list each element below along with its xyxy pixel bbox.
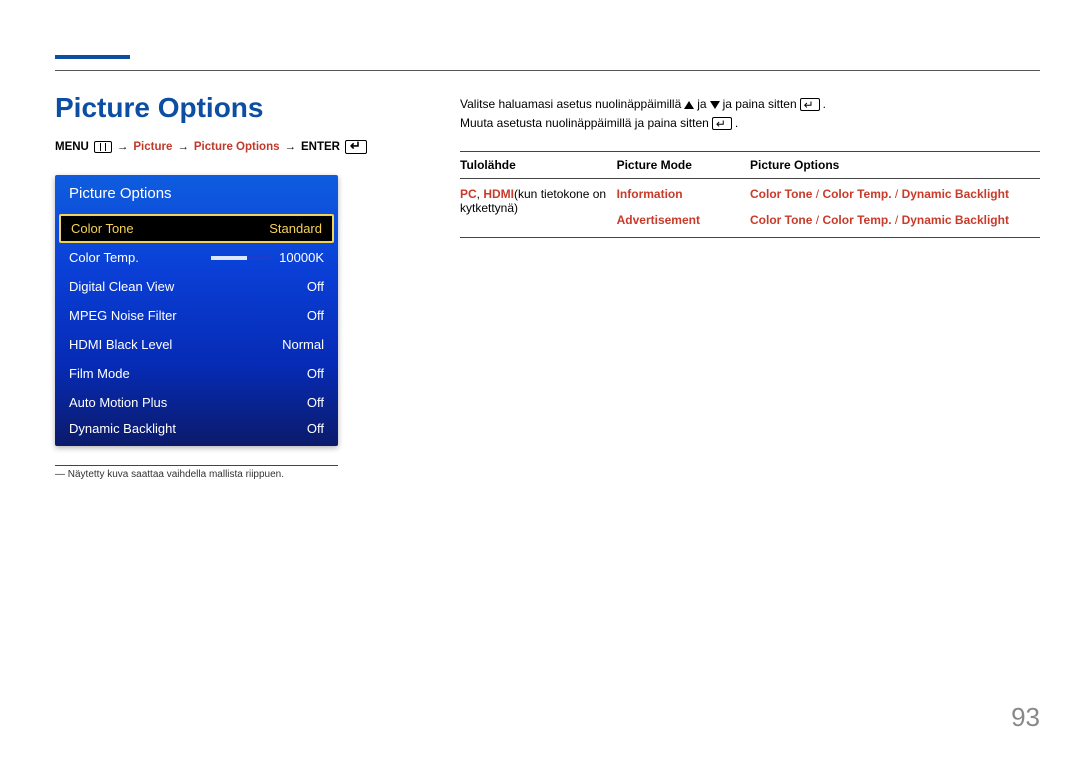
arrow-up-icon	[684, 101, 694, 109]
slider-track[interactable]	[211, 256, 271, 260]
td-mode: Advertisement	[617, 207, 750, 238]
opt-sep: /	[892, 187, 902, 201]
instr-text: ja	[697, 95, 706, 114]
footnote: ― Näytetty kuva saattaa vaihdella mallis…	[55, 465, 338, 480]
opt-sep: /	[812, 187, 822, 201]
enter-icon	[345, 140, 367, 154]
enter-icon	[712, 117, 732, 130]
breadcrumb-picture-options: Picture Options	[194, 141, 280, 153]
osd-value: Off	[307, 421, 324, 436]
osd-row-dynamic-backlight[interactable]: Dynamic Backlight Off	[55, 417, 338, 446]
opt-sep: /	[812, 213, 822, 227]
opt-c: Dynamic Backlight	[902, 187, 1009, 201]
instruction-line-1: Valitse haluamasi asetus nuolinäppäimill…	[460, 95, 1040, 114]
breadcrumb-arrow: →	[117, 141, 129, 153]
opt-b: Color Temp.	[822, 213, 891, 227]
mode-advertisement: Advertisement	[617, 213, 700, 227]
mode-information: Information	[617, 187, 683, 201]
td-options: Color Tone / Color Temp. / Dynamic Backl…	[750, 207, 1040, 238]
th-source: Tulolähde	[460, 152, 617, 179]
osd-value: Off	[307, 279, 324, 294]
osd-row-mpeg-noise-filter[interactable]: MPEG Noise Filter Off	[55, 301, 338, 330]
td-options: Color Tone / Color Temp. / Dynamic Backl…	[750, 179, 1040, 208]
osd-label: Digital Clean View	[69, 279, 174, 294]
opt-a: Color Tone	[750, 187, 812, 201]
td-mode: Information	[617, 179, 750, 208]
instr-text: .	[823, 95, 826, 114]
osd-row-hdmi-black-level[interactable]: HDMI Black Level Normal	[55, 330, 338, 359]
osd-label: Dynamic Backlight	[69, 421, 176, 436]
osd-row-digital-clean-view[interactable]: Digital Clean View Off	[55, 272, 338, 301]
breadcrumb-menu: MENU	[55, 141, 89, 153]
th-options: Picture Options	[750, 152, 1040, 179]
opt-a: Color Tone	[750, 213, 812, 227]
opt-c: Dynamic Backlight	[902, 213, 1009, 227]
osd-value: Off	[307, 308, 324, 323]
instr-text: Muuta asetusta nuolinäppäimillä ja paina…	[460, 114, 709, 133]
osd-row-auto-motion-plus[interactable]: Auto Motion Plus Off	[55, 388, 338, 417]
page-title: Picture Options	[55, 92, 263, 124]
td-source: PC, HDMI(kun tietokone on kytkettynä)	[460, 179, 617, 238]
source-pc: PC	[460, 187, 477, 201]
osd-row-color-tone[interactable]: Color Tone Standard	[59, 214, 334, 243]
menu-icon	[94, 141, 112, 153]
osd-row-color-temp[interactable]: Color Temp. 10000K	[55, 243, 338, 272]
instr-text: .	[735, 114, 738, 133]
arrow-down-icon	[710, 101, 720, 109]
breadcrumb-arrow: →	[285, 141, 297, 153]
osd-title: Picture Options	[55, 175, 338, 214]
right-column: Valitse haluamasi asetus nuolinäppäimill…	[460, 95, 1040, 238]
slider-fill	[211, 256, 247, 260]
top-rule	[55, 70, 1040, 71]
osd-label: Auto Motion Plus	[69, 395, 167, 410]
breadcrumb-picture: Picture	[133, 141, 172, 153]
osd-menu: Picture Options Color Tone Standard Colo…	[55, 175, 338, 446]
osd-label: MPEG Noise Filter	[69, 308, 177, 323]
osd-value: Normal	[282, 337, 324, 352]
osd-label: HDMI Black Level	[69, 337, 172, 352]
opt-b: Color Temp.	[822, 187, 891, 201]
instruction-line-2: Muuta asetusta nuolinäppäimillä ja paina…	[460, 114, 1040, 133]
page-number: 93	[1011, 702, 1040, 733]
osd-value: Off	[307, 366, 324, 381]
source-hdmi: HDMI	[483, 187, 514, 201]
breadcrumb: MENU → Picture → Picture Options → ENTER	[55, 140, 367, 154]
instr-text: Valitse haluamasi asetus nuolinäppäimill…	[460, 95, 681, 114]
osd-value: 10000K	[279, 250, 324, 265]
osd-row-film-mode[interactable]: Film Mode Off	[55, 359, 338, 388]
options-table: Tulolähde Picture Mode Picture Options P…	[460, 151, 1040, 238]
accent-bar	[55, 55, 130, 59]
opt-sep: /	[892, 213, 902, 227]
osd-value: Standard	[269, 221, 322, 236]
enter-icon	[800, 98, 820, 111]
breadcrumb-enter: ENTER	[301, 141, 340, 153]
osd-label: Color Tone	[71, 221, 134, 236]
breadcrumb-arrow: →	[177, 141, 189, 153]
instr-text: ja paina sitten	[723, 95, 797, 114]
osd-label: Color Temp.	[69, 250, 139, 265]
osd-value: Off	[307, 395, 324, 410]
th-mode: Picture Mode	[617, 152, 750, 179]
osd-label: Film Mode	[69, 366, 130, 381]
